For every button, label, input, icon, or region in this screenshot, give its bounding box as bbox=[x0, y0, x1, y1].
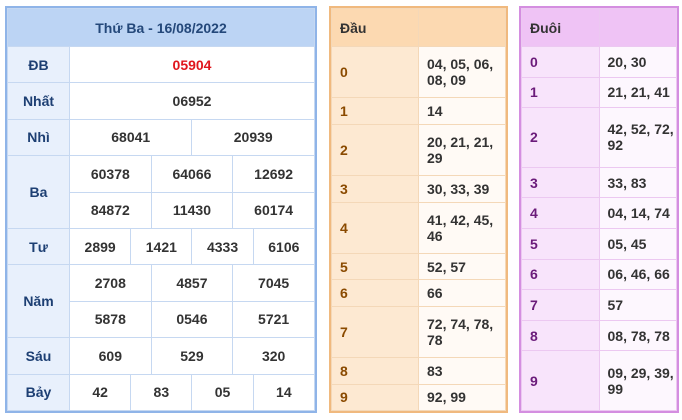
prize-nhi-number: 20939 bbox=[191, 118, 315, 157]
prize-label-ba: Ba bbox=[7, 155, 70, 229]
duoi-key: 3 bbox=[521, 166, 600, 199]
dau-key: 4 bbox=[331, 201, 419, 254]
prize-sau-number: 609 bbox=[69, 337, 152, 375]
dau-key: 5 bbox=[331, 252, 419, 281]
prize-ba-number: 64066 bbox=[150, 155, 234, 193]
prize-sau-number: 320 bbox=[232, 337, 315, 375]
duoi-values: 20, 30 bbox=[598, 46, 677, 78]
dau-key: 0 bbox=[331, 45, 419, 99]
dau-key: 9 bbox=[331, 383, 419, 411]
prize-nam-number: 7045 bbox=[232, 264, 315, 302]
prize-bay-number: 42 bbox=[68, 373, 132, 412]
prize-label-db: ĐB bbox=[7, 45, 70, 84]
prize-label-nhi: Nhì bbox=[7, 118, 70, 157]
duoi-values: 06, 46, 66 bbox=[598, 258, 677, 291]
duoi-key: 0 bbox=[521, 46, 600, 78]
dau-key: 8 bbox=[331, 357, 419, 385]
duoi-key: 6 bbox=[521, 258, 600, 291]
prize-sau-number: 529 bbox=[150, 337, 234, 375]
prize-nhi-number: 68041 bbox=[68, 118, 193, 157]
prize-label-tu: Tư bbox=[7, 227, 70, 266]
duoi-key: 8 bbox=[521, 319, 600, 352]
dau-values: 66 bbox=[418, 279, 506, 307]
prize-label-nhat: Nhất bbox=[7, 82, 70, 120]
results-title: Thứ Ba - 16/08/2022 bbox=[7, 8, 315, 47]
prize-tu-number: 1421 bbox=[130, 227, 193, 266]
prize-label-bay: Bảy bbox=[7, 373, 70, 412]
dau-values: 30, 33, 39 bbox=[418, 175, 506, 203]
prize-bay-number: 14 bbox=[252, 373, 316, 412]
duoi-panel: Đuôi 0 20, 30 1 21, 21, 41 2 42, 52, 72, 92… bbox=[519, 6, 679, 413]
duoi-key: 4 bbox=[521, 197, 600, 229]
duoi-values: 21, 21, 41 bbox=[598, 76, 677, 109]
dau-values: 14 bbox=[418, 97, 506, 125]
dau-table: Đầu 0 04, 05, 06, 08, 09 1 14 2 20, 21, 21,… bbox=[331, 8, 506, 411]
prize-tu-number: 2899 bbox=[68, 227, 132, 266]
duoi-key: 5 bbox=[521, 227, 600, 260]
duoi-table: Đuôi 0 20, 30 1 21, 21, 41 2 42, 52, 72, 92… bbox=[521, 8, 677, 411]
prize-label-nam: Năm bbox=[7, 264, 70, 339]
dau-values: 20, 21, 21, 29 bbox=[418, 123, 506, 177]
prize-bay-number: 83 bbox=[130, 373, 193, 412]
duoi-title: Đuôi bbox=[521, 8, 600, 47]
duoi-values: 04, 14, 74 bbox=[598, 197, 677, 229]
prize-label-sau: Sáu bbox=[7, 337, 70, 375]
dau-key: 7 bbox=[331, 305, 419, 359]
prize-ba-number: 84872 bbox=[69, 191, 152, 229]
duoi-values: 08, 78, 78 bbox=[598, 319, 677, 352]
prize-ba-number: 12692 bbox=[232, 155, 315, 193]
dau-panel: Đầu 0 04, 05, 06, 08, 09 1 14 2 20, 21, 21,… bbox=[329, 6, 508, 413]
duoi-key: 7 bbox=[521, 289, 600, 321]
dau-values: 72, 74, 78, 78 bbox=[418, 305, 506, 359]
prize-nam-number: 5878 bbox=[69, 300, 152, 339]
prize-nam-number: 4857 bbox=[150, 264, 234, 302]
prize-ba-number: 60174 bbox=[232, 191, 315, 229]
dau-values: 92, 99 bbox=[418, 383, 506, 411]
prize-bay-number: 05 bbox=[191, 373, 254, 412]
dau-title-blank bbox=[418, 8, 506, 47]
duoi-values: 42, 52, 72, 92 bbox=[598, 107, 677, 168]
duoi-title-blank bbox=[598, 8, 677, 47]
duoi-key: 1 bbox=[521, 76, 600, 109]
dau-key: 3 bbox=[331, 175, 419, 203]
duoi-values: 57 bbox=[598, 289, 677, 321]
dau-values: 41, 42, 45, 46 bbox=[418, 201, 506, 254]
dau-values: 83 bbox=[418, 357, 506, 385]
duoi-key: 2 bbox=[521, 107, 600, 168]
dau-values: 04, 05, 06, 08, 09 bbox=[418, 45, 506, 99]
prize-tu-number: 6106 bbox=[252, 227, 316, 266]
prize-ba-number: 60378 bbox=[69, 155, 152, 193]
prize-nhat-number: 06952 bbox=[69, 82, 315, 120]
dau-key: 2 bbox=[331, 123, 419, 177]
prize-nam-number: 5721 bbox=[232, 300, 315, 339]
prize-nam-number: 2708 bbox=[69, 264, 152, 302]
results-panel: Thứ Ba - 16/08/2022 ĐB 05904 Nhất 06952 … bbox=[5, 6, 317, 413]
dau-title: Đầu bbox=[331, 8, 419, 47]
prize-tu-number: 4333 bbox=[191, 227, 254, 266]
duoi-values: 05, 45 bbox=[598, 227, 677, 260]
prize-db-number: 05904 bbox=[69, 45, 315, 84]
duoi-values: 09, 29, 39, 99 bbox=[598, 350, 677, 411]
duoi-key: 9 bbox=[521, 350, 600, 411]
prize-ba-number: 11430 bbox=[150, 191, 234, 229]
dau-key: 6 bbox=[331, 279, 419, 307]
prize-nam-number: 0546 bbox=[150, 300, 234, 339]
dau-values: 52, 57 bbox=[418, 252, 506, 281]
duoi-values: 33, 83 bbox=[598, 166, 677, 199]
results-table: Thứ Ba - 16/08/2022 ĐB 05904 Nhất 06952 … bbox=[7, 8, 316, 412]
dau-key: 1 bbox=[331, 97, 419, 125]
